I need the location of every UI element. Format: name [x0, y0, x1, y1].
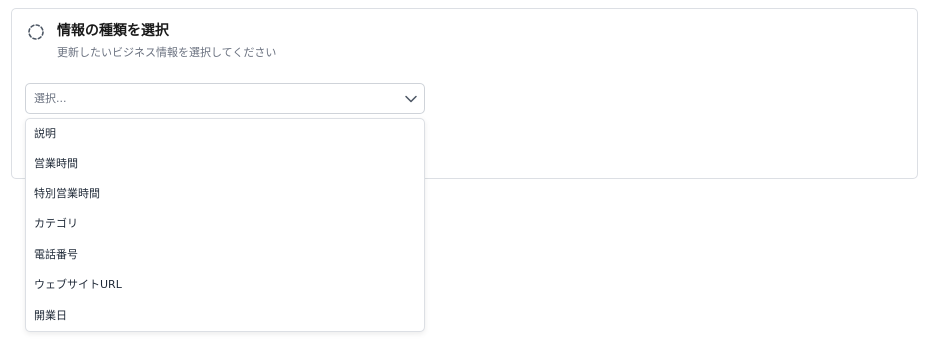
select-dropdown-menu: 説明 営業時間 特別営業時間 カテゴリ 電話番号 ウェブサイトURL 開業日: [25, 118, 425, 332]
option-description[interactable]: 説明: [26, 119, 424, 149]
option-phone-number[interactable]: 電話番号: [26, 240, 424, 270]
option-opening-date[interactable]: 開業日: [26, 301, 424, 331]
select-placeholder: 選択...: [34, 92, 67, 105]
page: 情報の種類を選択 更新したいビジネス情報を選択してください 選択... 説明 営…: [0, 0, 937, 345]
option-category[interactable]: カテゴリ: [26, 209, 424, 239]
loading-circle-icon: [28, 24, 44, 40]
chevron-down-icon: [405, 95, 417, 103]
option-business-hours[interactable]: 営業時間: [26, 149, 424, 179]
page-title: 情報の種類を選択: [57, 23, 169, 39]
option-website-url[interactable]: ウェブサイトURL: [26, 270, 424, 300]
option-special-hours[interactable]: 特別営業時間: [26, 179, 424, 209]
info-type-select[interactable]: 選択...: [25, 83, 425, 114]
page-subtitle: 更新したいビジネス情報を選択してください: [57, 46, 277, 59]
